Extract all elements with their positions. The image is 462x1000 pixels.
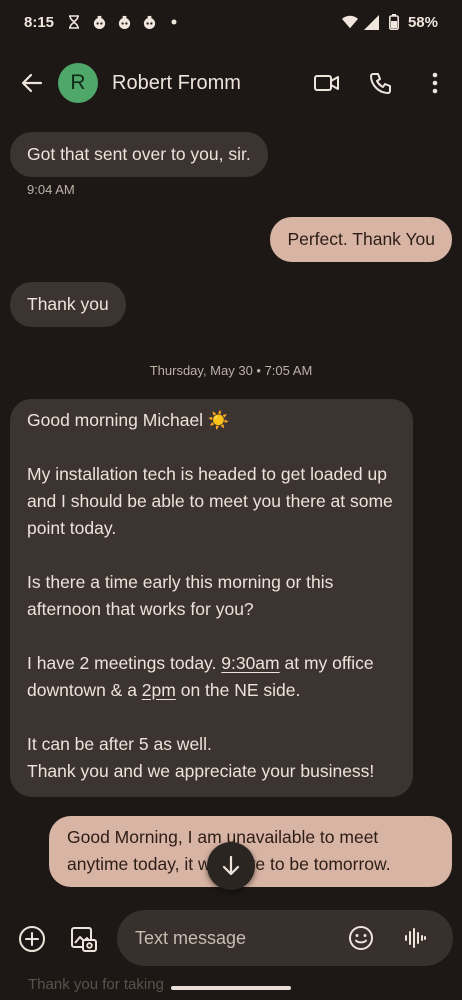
app-icon [141, 14, 157, 30]
phone-icon [370, 73, 391, 94]
phone-call-button[interactable] [354, 56, 408, 110]
battery-percent: 58% [407, 13, 438, 31]
signal-icon [364, 14, 380, 30]
text-message-input[interactable]: Text message [117, 910, 453, 966]
dot-icon [166, 14, 182, 30]
emoji-icon [349, 926, 373, 950]
hourglass-icon [66, 14, 82, 30]
plus-circle-icon [19, 926, 45, 952]
composer-bar: Text message [0, 906, 462, 972]
scroll-to-bottom-button[interactable] [207, 842, 255, 890]
status-time: 8:15 [24, 13, 55, 31]
more-vert-icon [432, 72, 438, 94]
wifi-icon [341, 14, 358, 30]
app-icon [116, 14, 132, 30]
incoming-message[interactable]: Thank you [10, 282, 126, 327]
contact-name[interactable]: Robert Fromm [112, 72, 241, 95]
text-message-placeholder: Text message [135, 927, 247, 948]
arrow-down-icon [222, 856, 240, 876]
voice-message-button[interactable] [395, 918, 435, 958]
keyboard-suggestion-peek: Thank you for taking [28, 976, 164, 993]
conversation-header: R Robert Fromm [0, 54, 462, 112]
gallery-button[interactable] [64, 919, 104, 959]
more-options-button[interactable] [408, 56, 462, 110]
outgoing-message[interactable]: Perfect. Thank You [270, 217, 452, 262]
home-indicator[interactable] [171, 986, 291, 990]
video-call-button[interactable] [300, 56, 354, 110]
avatar[interactable]: R [58, 63, 98, 103]
add-attachment-button[interactable] [12, 919, 52, 959]
incoming-message[interactable]: Good morning Michael ☀️ My installation … [10, 399, 413, 797]
status-bar: 8:15 58% [0, 0, 462, 44]
time-link[interactable]: 2pm [142, 680, 176, 700]
message-thread[interactable]: Got that sent over to you, sir. 9:04 AM … [0, 118, 462, 908]
back-button[interactable] [4, 55, 60, 111]
app-icon [91, 14, 107, 30]
emoji-button[interactable] [341, 918, 381, 958]
waveform-icon [405, 928, 426, 948]
incoming-message[interactable]: Got that sent over to you, sir. [10, 132, 268, 177]
battery-icon [386, 14, 402, 30]
time-link[interactable]: 9:30am [221, 653, 279, 673]
date-separator: Thursday, May 30 • 7:05 AM [149, 363, 313, 378]
arrow-back-icon [21, 73, 43, 93]
gallery-icon [71, 927, 97, 952]
message-timestamp: 9:04 AM [27, 182, 75, 197]
avatar-letter: R [70, 71, 86, 94]
video-camera-icon [314, 75, 339, 91]
